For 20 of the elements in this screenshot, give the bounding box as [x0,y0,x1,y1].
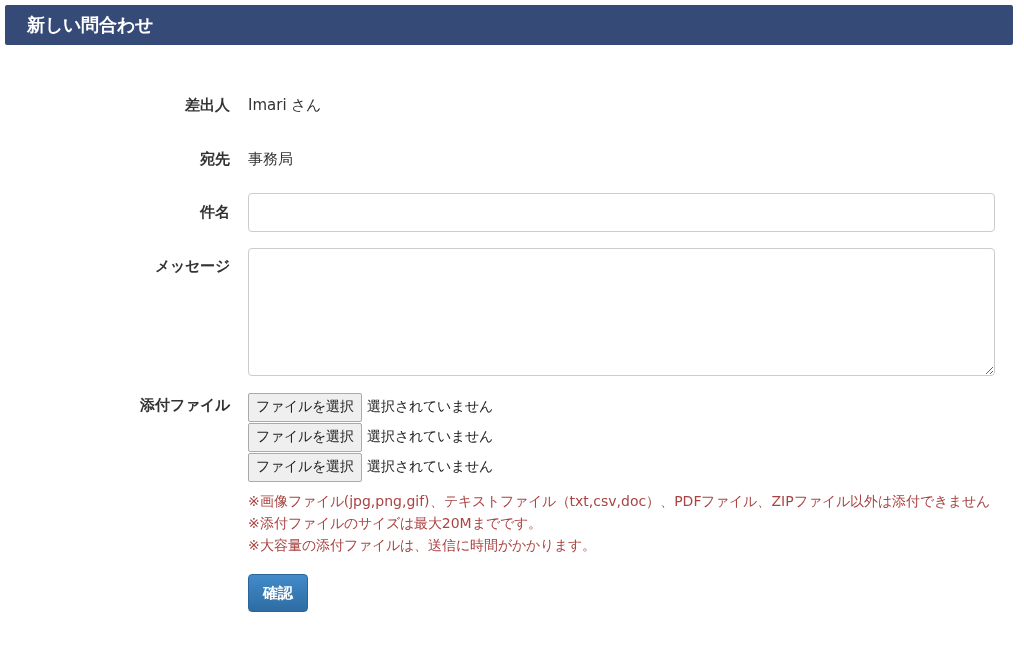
message-textarea[interactable] [248,248,995,376]
confirm-button[interactable]: 確認 [248,574,308,612]
page-title: 新しい問合わせ [27,13,153,37]
field-label: 件名 [198,202,231,223]
choose-file-button[interactable]: ファイルを選択 [248,422,362,452]
field-label: 添付ファイル [139,395,231,416]
field-label: 宛先 [199,149,231,170]
note-text: ※大容量の添付ファイルは、送信に時間がかかります。 [248,536,597,555]
choose-file-button[interactable]: ファイルを選択 [248,452,362,482]
choose-file-button[interactable]: ファイルを選択 [248,392,362,422]
file-status: 選択されていません [367,398,493,416]
file-status: 選択されていません [367,458,493,476]
field-value: Imari さん [248,95,322,115]
note-text: ※画像ファイル(jpg,png,gif)、テキストファイル（txt,csv,doc）、PDFファイル、ZIPファイル以外は添付できません [248,492,990,511]
field-label: 差出人 [184,95,231,116]
file-status: 選択されていません [367,428,493,446]
field-label: メッセージ [154,256,231,277]
field-value: 事務局 [248,149,293,169]
note-text: ※添付ファイルのサイズは最大20Mまでです。 [248,514,543,533]
subject-input[interactable] [248,193,995,232]
